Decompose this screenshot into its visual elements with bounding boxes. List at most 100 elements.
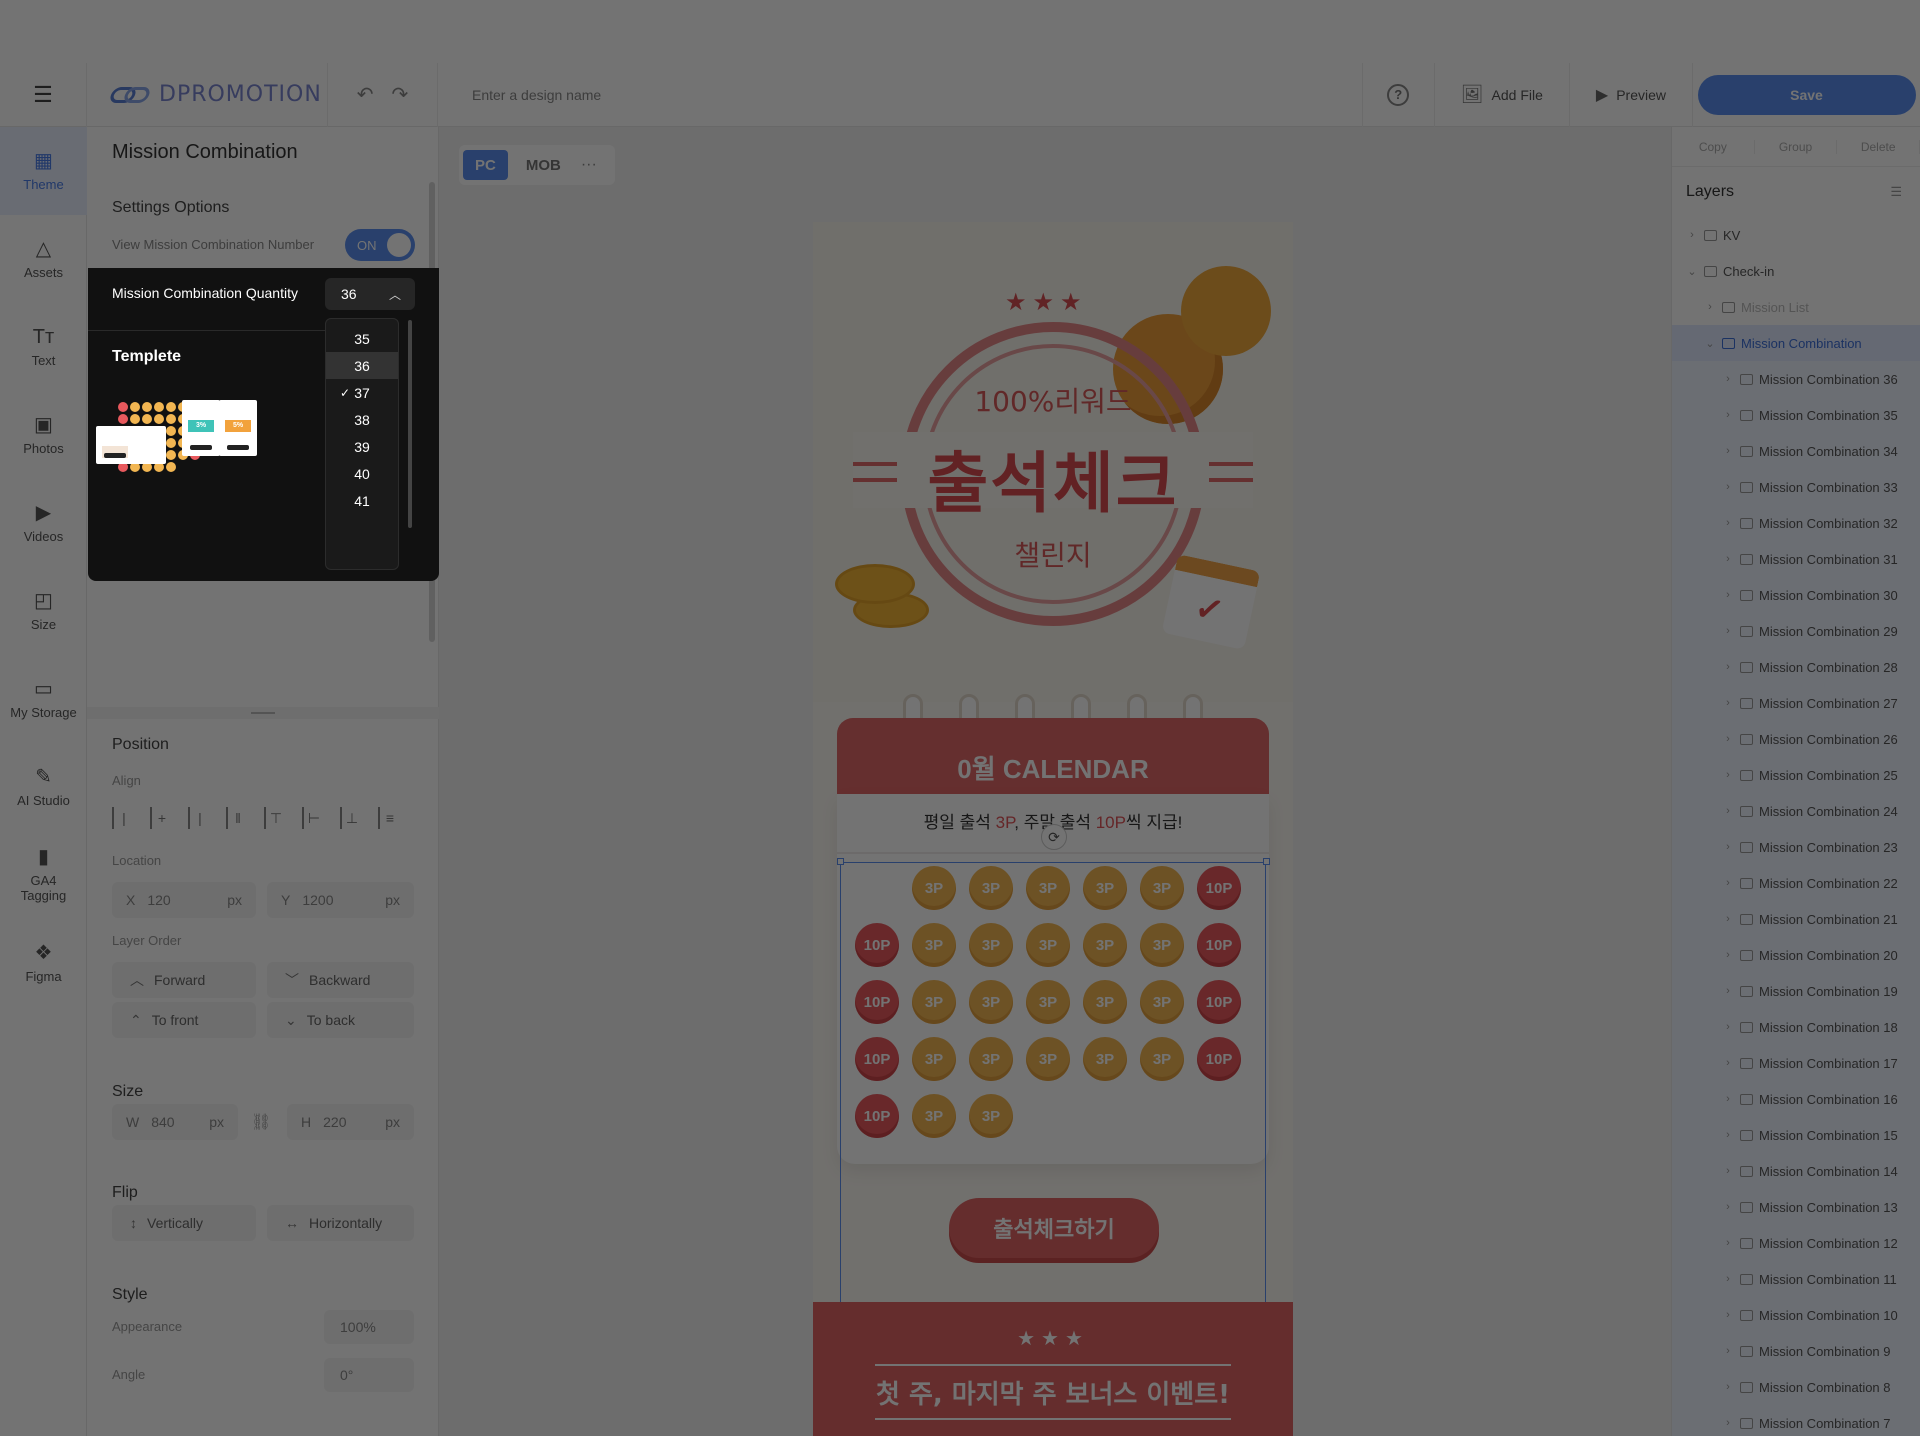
layer-item[interactable]: › KV bbox=[1672, 217, 1920, 253]
layer-item[interactable]: › Mission Combination 31 bbox=[1672, 541, 1920, 577]
chevron-right-icon[interactable]: › bbox=[1704, 301, 1716, 313]
selection-handle[interactable] bbox=[1263, 858, 1270, 865]
chevron-right-icon[interactable]: › bbox=[1722, 733, 1734, 745]
layers-settings-icon[interactable]: ☰ bbox=[1890, 184, 1902, 200]
layer-item[interactable]: › Mission Combination 17 bbox=[1672, 1045, 1920, 1081]
quantity-select[interactable]: 36 ︿ bbox=[325, 278, 415, 310]
chevron-right-icon[interactable]: › bbox=[1722, 1273, 1734, 1285]
rail-item-ga4[interactable]: ▮ GA4 Tagging bbox=[0, 831, 87, 919]
angle-field[interactable]: 0° bbox=[324, 1358, 414, 1392]
view-number-toggle[interactable]: ON bbox=[345, 229, 415, 261]
rail-item-assets[interactable]: △ Assets bbox=[0, 215, 87, 303]
layer-item[interactable]: › Mission Combination 36 bbox=[1672, 361, 1920, 397]
rail-item-theme[interactable]: ▦ Theme bbox=[0, 127, 87, 215]
quantity-option[interactable]: 39 bbox=[326, 433, 398, 460]
chevron-right-icon[interactable]: › bbox=[1722, 661, 1734, 673]
chevron-right-icon[interactable]: › bbox=[1722, 769, 1734, 781]
quantity-option[interactable]: 35 bbox=[326, 325, 398, 352]
chevron-right-icon[interactable]: › bbox=[1722, 1381, 1734, 1393]
chevron-right-icon[interactable]: › bbox=[1722, 877, 1734, 889]
rail-item-ai-studio[interactable]: ✎ AI Studio bbox=[0, 743, 87, 831]
layer-item[interactable]: › Mission Combination 16 bbox=[1672, 1081, 1920, 1117]
align-bottom-icon[interactable]: ⊥ bbox=[340, 807, 362, 829]
rail-item-videos[interactable]: ▶ Videos bbox=[0, 479, 87, 567]
chevron-down-icon[interactable]: ⌄ bbox=[1686, 265, 1698, 278]
rotate-icon[interactable]: ⟳ bbox=[1041, 824, 1067, 850]
layer-item[interactable]: ⌄ Check-in bbox=[1672, 253, 1920, 289]
layer-item[interactable]: › Mission Combination 20 bbox=[1672, 937, 1920, 973]
align-right-icon[interactable]: | bbox=[188, 807, 210, 829]
resize-handle[interactable] bbox=[87, 707, 439, 719]
height-field[interactable]: H 220 px bbox=[287, 1104, 414, 1140]
backward-button[interactable]: ﹀ Backward bbox=[267, 962, 414, 998]
checkin-cta-button[interactable]: 출석체크하기 bbox=[949, 1198, 1159, 1258]
chevron-right-icon[interactable]: › bbox=[1722, 985, 1734, 997]
chevron-right-icon[interactable]: › bbox=[1722, 481, 1734, 493]
quantity-option[interactable]: ✓ 37 bbox=[326, 379, 398, 406]
group-button[interactable]: Group bbox=[1755, 139, 1838, 154]
layer-item[interactable]: › Mission Combination 13 bbox=[1672, 1189, 1920, 1225]
layer-item[interactable]: › Mission Combination 14 bbox=[1672, 1153, 1920, 1189]
layer-item[interactable]: › Mission Combination 15 bbox=[1672, 1117, 1920, 1153]
chevron-right-icon[interactable]: › bbox=[1722, 949, 1734, 961]
template-card-thumb[interactable] bbox=[96, 426, 166, 464]
to-front-button[interactable]: ⌃ To front bbox=[112, 1002, 256, 1038]
layer-item[interactable]: › Mission Combination 7 bbox=[1672, 1405, 1920, 1436]
chevron-right-icon[interactable]: › bbox=[1722, 1093, 1734, 1105]
tab-mob[interactable]: MOB bbox=[514, 150, 573, 180]
to-back-button[interactable]: ⌄ To back bbox=[267, 1002, 414, 1038]
forward-button[interactable]: ︿ Forward bbox=[112, 962, 256, 998]
logo[interactable]: DPROMOTION bbox=[87, 62, 328, 127]
chevron-down-icon[interactable]: ⌄ bbox=[1704, 337, 1716, 350]
appearance-field[interactable]: 100% bbox=[324, 1310, 414, 1344]
preview-button[interactable]: ▶ Preview bbox=[1568, 62, 1692, 127]
quantity-option[interactable]: 38 bbox=[326, 406, 398, 433]
chevron-right-icon[interactable]: › bbox=[1722, 553, 1734, 565]
design-name-input[interactable]: Enter a design name bbox=[438, 63, 1362, 127]
layer-item[interactable]: › Mission Combination 19 bbox=[1672, 973, 1920, 1009]
layer-item[interactable]: › Mission Combination 12 bbox=[1672, 1225, 1920, 1261]
save-button[interactable]: Save bbox=[1697, 74, 1916, 115]
design-artboard[interactable]: ★★★ 100%리워드 출석체크 챌린지 ✓ 0월 CALENDAR 평일 출석… bbox=[813, 222, 1293, 1436]
rail-item-photos[interactable]: ▣ Photos bbox=[0, 391, 87, 479]
layer-item[interactable]: › Mission List bbox=[1672, 289, 1920, 325]
quantity-option[interactable]: 40 bbox=[326, 460, 398, 487]
layer-item[interactable]: › Mission Combination 9 bbox=[1672, 1333, 1920, 1369]
layer-item[interactable]: › Mission Combination 32 bbox=[1672, 505, 1920, 541]
align-middle-icon[interactable]: ⊢ bbox=[302, 807, 324, 829]
chevron-right-icon[interactable]: › bbox=[1722, 1129, 1734, 1141]
chevron-right-icon[interactable]: › bbox=[1722, 1201, 1734, 1213]
delete-button[interactable]: Delete bbox=[1837, 139, 1920, 154]
chevron-right-icon[interactable]: › bbox=[1722, 409, 1734, 421]
layer-item[interactable]: › Mission Combination 28 bbox=[1672, 649, 1920, 685]
layer-item[interactable]: › Mission Combination 22 bbox=[1672, 865, 1920, 901]
help-button[interactable]: ? bbox=[1361, 62, 1434, 127]
chevron-right-icon[interactable]: › bbox=[1722, 1237, 1734, 1249]
flip-vertical-button[interactable]: ↕ Vertically bbox=[112, 1205, 256, 1241]
chevron-right-icon[interactable]: › bbox=[1722, 373, 1734, 385]
tab-pc[interactable]: PC bbox=[463, 150, 508, 180]
layer-item[interactable]: ⌄ Mission Combination bbox=[1672, 325, 1920, 361]
chevron-right-icon[interactable]: › bbox=[1686, 229, 1698, 241]
selection-handle[interactable] bbox=[837, 858, 844, 865]
chevron-right-icon[interactable]: › bbox=[1722, 625, 1734, 637]
layer-item[interactable]: › Mission Combination 24 bbox=[1672, 793, 1920, 829]
align-top-icon[interactable]: ⊤ bbox=[264, 807, 286, 829]
menu-icon[interactable]: ☰ bbox=[0, 62, 87, 127]
rail-item-size[interactable]: ◰ Size bbox=[0, 567, 87, 655]
chevron-right-icon[interactable]: › bbox=[1722, 697, 1734, 709]
layer-item[interactable]: › Mission Combination 35 bbox=[1672, 397, 1920, 433]
layer-item[interactable]: › Mission Combination 34 bbox=[1672, 433, 1920, 469]
layer-item[interactable]: › Mission Combination 21 bbox=[1672, 901, 1920, 937]
chevron-right-icon[interactable]: › bbox=[1722, 1057, 1734, 1069]
layer-item[interactable]: › Mission Combination 23 bbox=[1672, 829, 1920, 865]
layer-item[interactable]: › Mission Combination 25 bbox=[1672, 757, 1920, 793]
rail-item-text[interactable]: Tт Text bbox=[0, 303, 87, 391]
flip-horizontal-button[interactable]: ↔ Horizontally bbox=[267, 1205, 414, 1241]
layer-item[interactable]: › Mission Combination 27 bbox=[1672, 685, 1920, 721]
layer-item[interactable]: › Mission Combination 33 bbox=[1672, 469, 1920, 505]
rail-item-my-storage[interactable]: ▭ My Storage bbox=[0, 655, 87, 743]
chevron-right-icon[interactable]: › bbox=[1722, 445, 1734, 457]
chevron-right-icon[interactable]: › bbox=[1722, 1309, 1734, 1321]
options-scrollbar[interactable] bbox=[408, 320, 412, 528]
